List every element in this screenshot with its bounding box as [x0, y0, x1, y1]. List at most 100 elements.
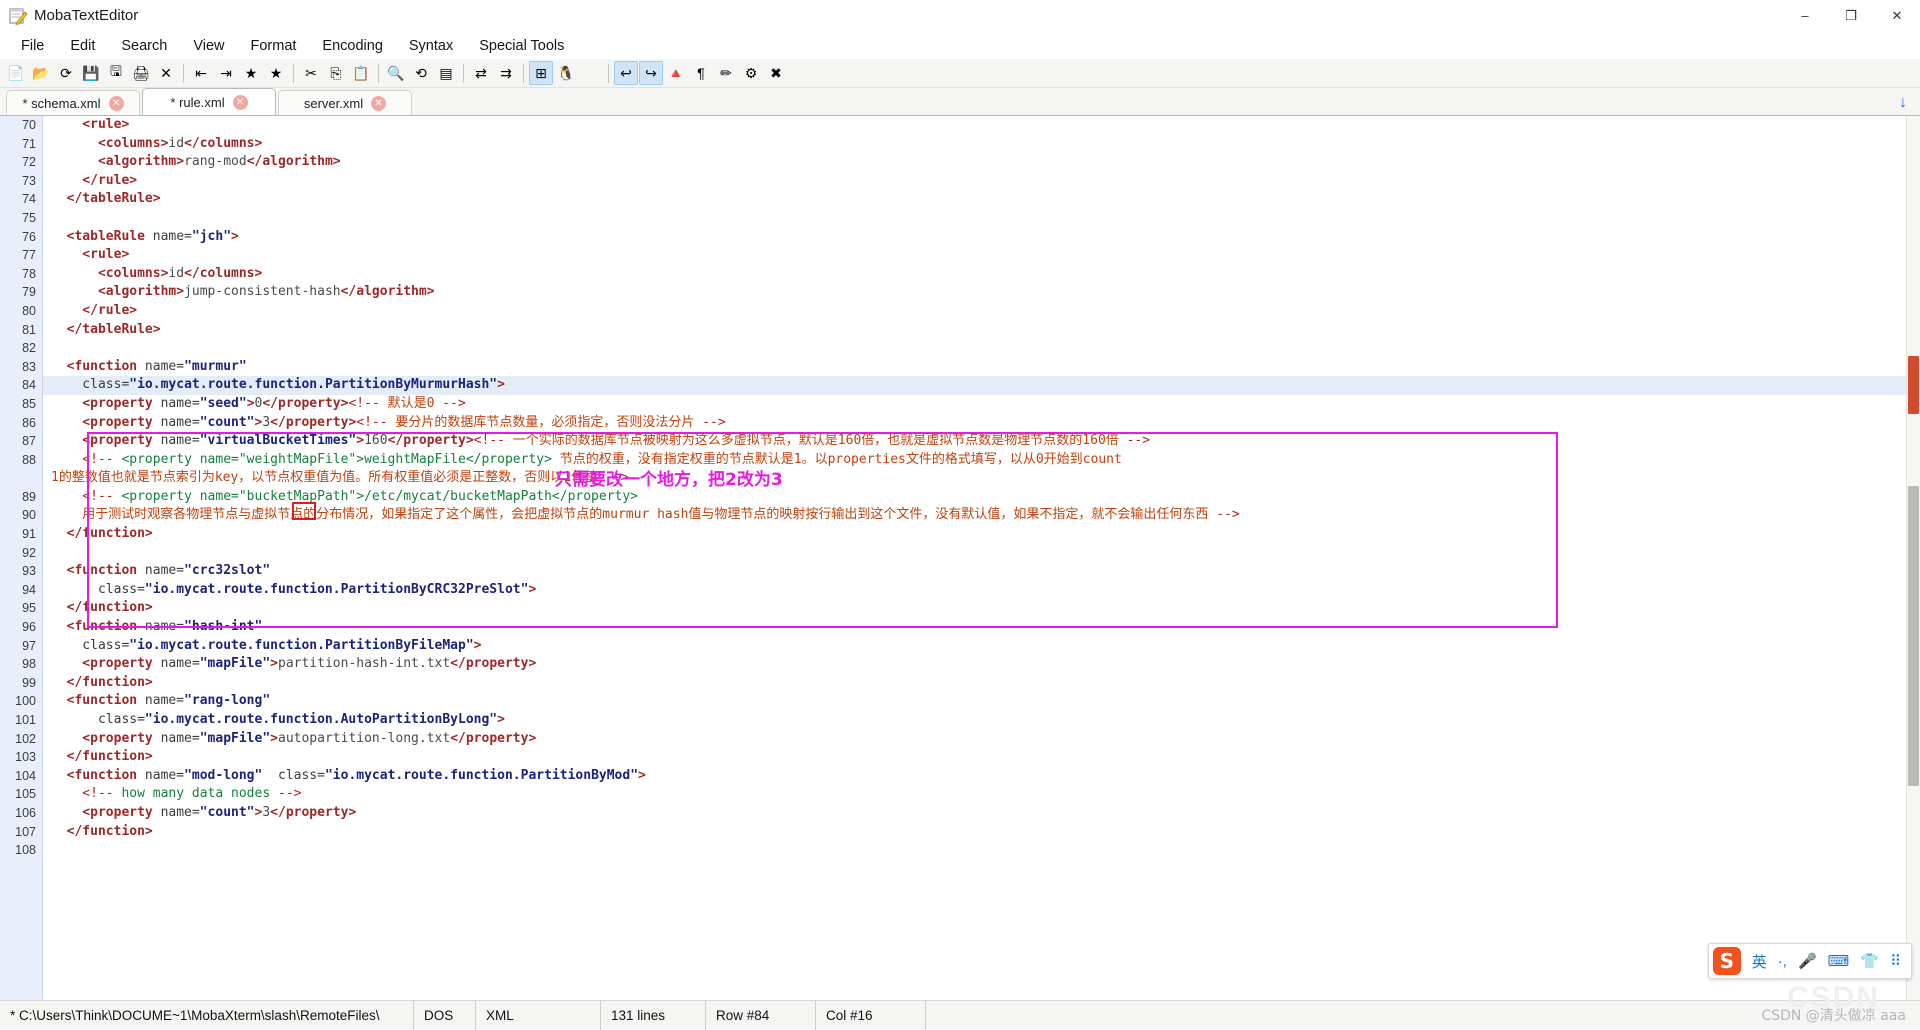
toolbar-replace-icon[interactable]: ⟲ — [409, 61, 433, 85]
code-line[interactable]: <columns>id</columns> — [43, 135, 1920, 154]
toolbar-merge-files-icon[interactable]: ⇉ — [494, 61, 518, 85]
scrollbar-thumb-secondary[interactable] — [1908, 486, 1919, 786]
menu-item-format[interactable]: Format — [238, 35, 310, 57]
code-line[interactable]: <property name="mapFile">autopartition-l… — [43, 730, 1920, 749]
toolbar-windows-format-icon[interactable]: ⊞ — [529, 61, 553, 85]
menu-item-search[interactable]: Search — [108, 35, 180, 57]
code-line[interactable] — [43, 209, 1920, 228]
code-line[interactable]: </function> — [43, 823, 1920, 842]
code-line[interactable]: <function name="hash-int" — [43, 618, 1920, 637]
code-line[interactable]: class="io.mycat.route.function.Partition… — [43, 376, 1920, 395]
code-line[interactable]: 用于测试时观察各物理节点与虚拟节点的分布情况，如果指定了这个属性，会把虚拟节点的… — [43, 506, 1920, 525]
toolbar-save-icon[interactable]: 💾 — [79, 61, 103, 85]
scrollbar-thumb[interactable] — [1908, 356, 1919, 414]
sogou-ime-bar[interactable]: S 英 ·, 🎤 ⌨ 👕 ⠿ — [1707, 943, 1912, 979]
menu-item-view[interactable]: View — [180, 35, 237, 57]
code-line[interactable]: <!-- <property name="bucketMapPath">/etc… — [43, 488, 1920, 507]
line-number-73: 73 — [22, 173, 36, 188]
code-line[interactable]: <function name="mod-long" class="io.myca… — [43, 767, 1920, 786]
toolbar-paste-icon[interactable]: 📋 — [349, 61, 373, 85]
toolbar-settings-gear-icon[interactable]: ⚙ — [739, 61, 763, 85]
code-line[interactable]: <columns>id</columns> — [43, 265, 1920, 284]
code-line[interactable]: <!-- <property name="weightMapFile">weig… — [43, 451, 1920, 470]
close-button[interactable]: ✕ — [1874, 0, 1920, 32]
toolbar-show-pilcrow-icon[interactable]: ¶ — [689, 61, 713, 85]
tab-close-icon[interactable]: ✕ — [108, 95, 124, 111]
code-line[interactable]: <property name="virtualBucketTimes">160<… — [43, 432, 1920, 451]
toolbar-goto-line-icon[interactable]: ▤ — [434, 61, 458, 85]
ime-microphone-icon[interactable]: 🎤 — [1798, 952, 1817, 970]
code-line[interactable]: </tableRule> — [43, 321, 1920, 340]
code-line[interactable]: <property name="mapFile">partition-hash-… — [43, 655, 1920, 674]
code-line[interactable]: </tableRule> — [43, 190, 1920, 209]
ime-mode-chinese-icon[interactable]: 英 — [1752, 951, 1767, 972]
sogou-logo-icon[interactable]: S — [1712, 947, 1741, 975]
code-line[interactable]: class="io.mycat.route.function.Partition… — [43, 637, 1920, 656]
code-line[interactable]: class="io.mycat.route.function.Partition… — [43, 581, 1920, 600]
toolbar-color-picker-icon[interactable]: 🔺 — [664, 61, 688, 85]
download-icon[interactable]: ↓ — [1890, 91, 1916, 115]
code-line[interactable]: <property name="seed">0</property><!-- 默… — [43, 395, 1920, 414]
code-line[interactable]: <function name="murmur" — [43, 358, 1920, 377]
code-line[interactable]: <!-- how many data nodes --> — [43, 785, 1920, 804]
tab-close-icon[interactable]: ✕ — [371, 95, 387, 111]
ime-skin-icon[interactable]: 👕 — [1860, 952, 1879, 970]
menu-item-special-tools[interactable]: Special Tools — [466, 35, 577, 57]
menu-item-syntax[interactable]: Syntax — [396, 35, 466, 57]
code-line[interactable]: </rule> — [43, 302, 1920, 321]
code-line[interactable]: <rule> — [43, 246, 1920, 265]
code-line[interactable]: class="io.mycat.route.function.AutoParti… — [43, 711, 1920, 730]
toolbar-bookmark-next-icon[interactable]: ★ — [264, 61, 288, 85]
minimize-button[interactable]: – — [1782, 0, 1828, 32]
ime-keyboard-icon[interactable]: ⌨ — [1828, 952, 1850, 970]
code-line[interactable]: </function> — [43, 599, 1920, 618]
toolbar-save-as-icon[interactable]: 🖫 — [104, 61, 128, 85]
toolbar-linux-format-icon[interactable]: 🐧 — [554, 61, 578, 85]
toolbar-increase-indent-icon[interactable]: ⇥ — [214, 61, 238, 85]
code-line[interactable]: <tableRule name="jch"> — [43, 228, 1920, 247]
maximize-button[interactable]: ❐ — [1828, 0, 1874, 32]
code-line[interactable]: </function> — [43, 674, 1920, 693]
code-line[interactable]: <function name="rang-long" — [43, 692, 1920, 711]
menu-item-encoding[interactable]: Encoding — [309, 35, 395, 57]
toolbar-undo-icon[interactable]: ↩ — [614, 61, 638, 85]
vertical-scrollbar[interactable] — [1906, 116, 1920, 1000]
toolbar-copy-icon[interactable]: ⎘ — [324, 61, 348, 85]
code-line[interactable]: <rule> — [43, 116, 1920, 135]
ime-toolbox-icon[interactable]: ⠿ — [1890, 952, 1901, 970]
toolbar-new-file-icon[interactable]: 📄 — [4, 61, 28, 85]
tab-close-icon[interactable]: ✕ — [232, 94, 248, 110]
code-line[interactable]: </function> — [43, 525, 1920, 544]
code-line[interactable] — [43, 544, 1920, 563]
code-line[interactable]: 1的整数值也就是节点索引为key，以节点权重值为值。所有权重值必须是正整数，否则… — [43, 469, 1920, 488]
toolbar-open-folder-icon[interactable]: 📂 — [29, 61, 53, 85]
toolbar-bookmark-toggle-icon[interactable]: ★ — [239, 61, 263, 85]
toolbar-mac-format-icon[interactable] — [579, 61, 603, 85]
toolbar-close-file-icon[interactable]: ✕ — [154, 61, 178, 85]
code-line[interactable]: <algorithm>rang-mod</algorithm> — [43, 153, 1920, 172]
toolbar-cut-icon[interactable]: ✂ — [299, 61, 323, 85]
menu-item-file[interactable]: File — [8, 35, 57, 57]
code-line[interactable] — [43, 339, 1920, 358]
toolbar-find-icon[interactable]: 🔍 — [384, 61, 408, 85]
code-line[interactable]: <property name="count">3</property><!-- … — [43, 414, 1920, 433]
code-line[interactable]: <algorithm>jump-consistent-hash</algorit… — [43, 283, 1920, 302]
code-line[interactable]: </rule> — [43, 172, 1920, 191]
toolbar-decrease-indent-icon[interactable]: ⇤ — [189, 61, 213, 85]
toolbar-highlight-pen-icon[interactable]: ✏ — [714, 61, 738, 85]
tab-server-xml[interactable]: server.xml ✕ — [278, 90, 412, 115]
toolbar-print-icon[interactable]: 🖨 — [129, 61, 153, 85]
menu-item-edit[interactable]: Edit — [57, 35, 108, 57]
tab-schema-xml[interactable]: * schema.xml ✕ — [6, 90, 140, 115]
toolbar-reload-icon[interactable]: ⟳ — [54, 61, 78, 85]
tab-rule-xml[interactable]: * rule.xml ✕ — [142, 88, 276, 115]
toolbar-redo-icon[interactable]: ↪ — [639, 61, 663, 85]
code-text-area[interactable]: <rule> <columns>id</columns> <algorithm>… — [43, 116, 1920, 1000]
code-line[interactable] — [43, 841, 1920, 860]
code-line[interactable]: </function> — [43, 748, 1920, 767]
ime-punctuation-icon[interactable]: ·, — [1778, 953, 1787, 970]
code-line[interactable]: <function name="crc32slot" — [43, 562, 1920, 581]
toolbar-exit-icon[interactable]: ✖ — [764, 61, 788, 85]
toolbar-compare-files-icon[interactable]: ⇄ — [469, 61, 493, 85]
code-line[interactable]: <property name="count">3</property> — [43, 804, 1920, 823]
